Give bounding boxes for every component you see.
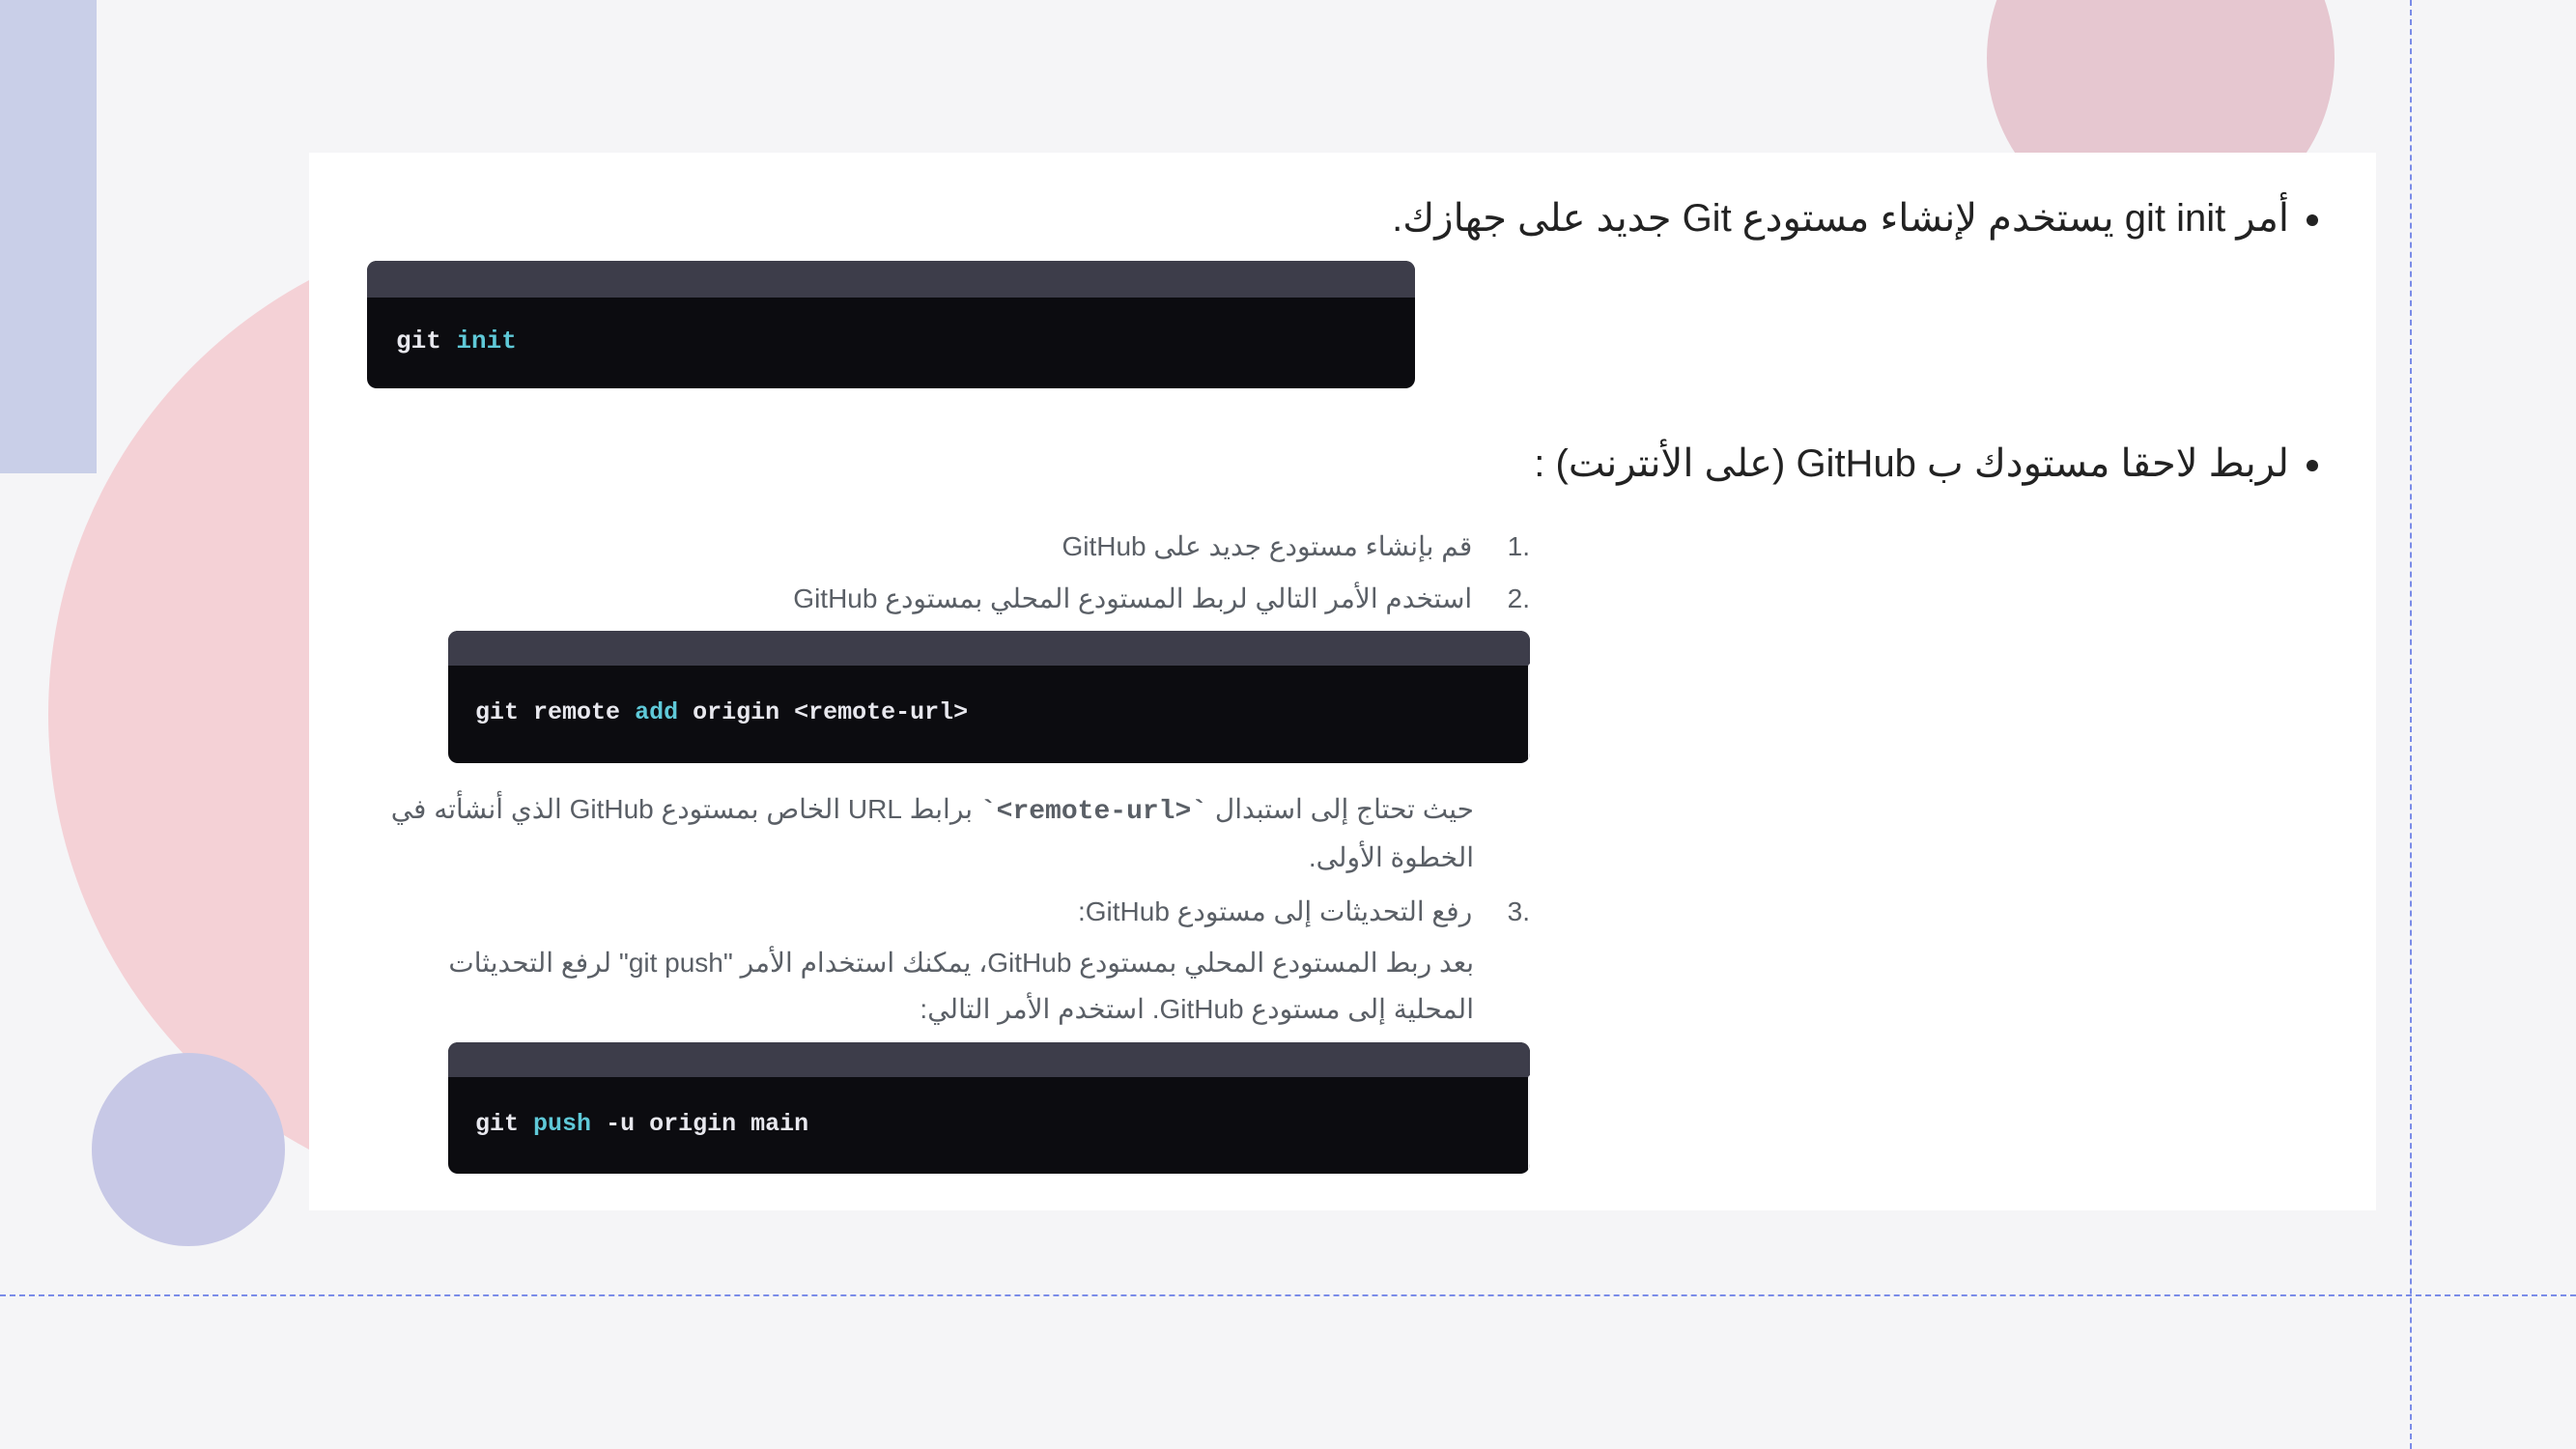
- code-token-flag-u: -u: [606, 1110, 635, 1138]
- step-3-text: رفع التحديثات إلى مستودع GitHub:: [1078, 896, 1472, 926]
- step-1-number: 1.: [1486, 524, 1530, 570]
- bullet-list: أمر git init يستخدم لإنشاء مستودع Git جد…: [348, 182, 2337, 255]
- step-2-subtext-a: حيث تحتاج إلى استبدال: [1207, 794, 1474, 824]
- guide-line-horizontal: [0, 1294, 2576, 1296]
- guide-line-vertical: [2410, 0, 2412, 1449]
- code-token-init: init: [456, 327, 516, 355]
- bg-circle-small: [92, 1053, 285, 1246]
- code-window-titlebar: [448, 631, 1530, 666]
- code-token-add: add: [635, 698, 678, 726]
- code-window-remote-add: git remote add origin <remote-url>: [448, 631, 1530, 763]
- code-token-git: git: [475, 1110, 519, 1138]
- code-content: git remote add origin <remote-url>: [448, 666, 1530, 763]
- instructions-panel: 1. قم بإنشاء مستودع جديد على GitHub 2. ا…: [348, 506, 1545, 1210]
- code-token-main: main: [750, 1110, 808, 1138]
- step-3-subtext: بعد ربط المستودع المحلي بمستودع GitHub، …: [363, 940, 1530, 1032]
- code-content: git init: [367, 298, 1415, 388]
- code-token-push: push: [533, 1110, 591, 1138]
- step-1-text: قم بإنشاء مستودع جديد على GitHub: [1062, 531, 1472, 561]
- code-token-origin: origin: [649, 1110, 736, 1138]
- bullet-2: لربط لاحقا مستودك ب GitHub (على الأنترنت…: [348, 427, 2289, 500]
- code-window-titlebar: [448, 1042, 1530, 1077]
- bullet-1: أمر git init يستخدم لإنشاء مستودع Git جد…: [348, 182, 2289, 255]
- code-content: git push -u origin main: [448, 1077, 1530, 1175]
- slide-content: أمر git init يستخدم لإنشاء مستودع Git جد…: [309, 153, 2376, 1210]
- step-2: 2. استخدم الأمر التالي لربط المستودع الم…: [363, 576, 1530, 622]
- step-2-inline-code: `<remote-url>`: [980, 797, 1207, 827]
- code-window-titlebar: [367, 261, 1415, 298]
- step-2-text: استخدم الأمر التالي لربط المستودع المحلي…: [793, 583, 1472, 613]
- code-token-origin: origin: [693, 698, 779, 726]
- bullet-list-2: لربط لاحقا مستودك ب GitHub (على الأنترنت…: [348, 427, 2337, 500]
- code-token-git: git: [475, 698, 519, 726]
- code-token-remote-url: <remote-url>: [794, 698, 968, 726]
- step-2-subtext: حيث تحتاج إلى استبدال `<remote-url>` برا…: [363, 786, 1530, 881]
- step-1: 1. قم بإنشاء مستودع جديد على GitHub: [363, 524, 1530, 570]
- code-token-git: git: [396, 327, 441, 355]
- step-2-number: 2.: [1486, 576, 1530, 622]
- step-3-number: 3.: [1486, 889, 1530, 935]
- code-window-git-init: git init: [367, 261, 1415, 388]
- step-3: 3. رفع التحديثات إلى مستودع GitHub:: [363, 889, 1530, 935]
- code-window-git-push: git push -u origin main: [448, 1042, 1530, 1175]
- bg-square-left: [0, 0, 97, 473]
- code-token-remote: remote: [533, 698, 620, 726]
